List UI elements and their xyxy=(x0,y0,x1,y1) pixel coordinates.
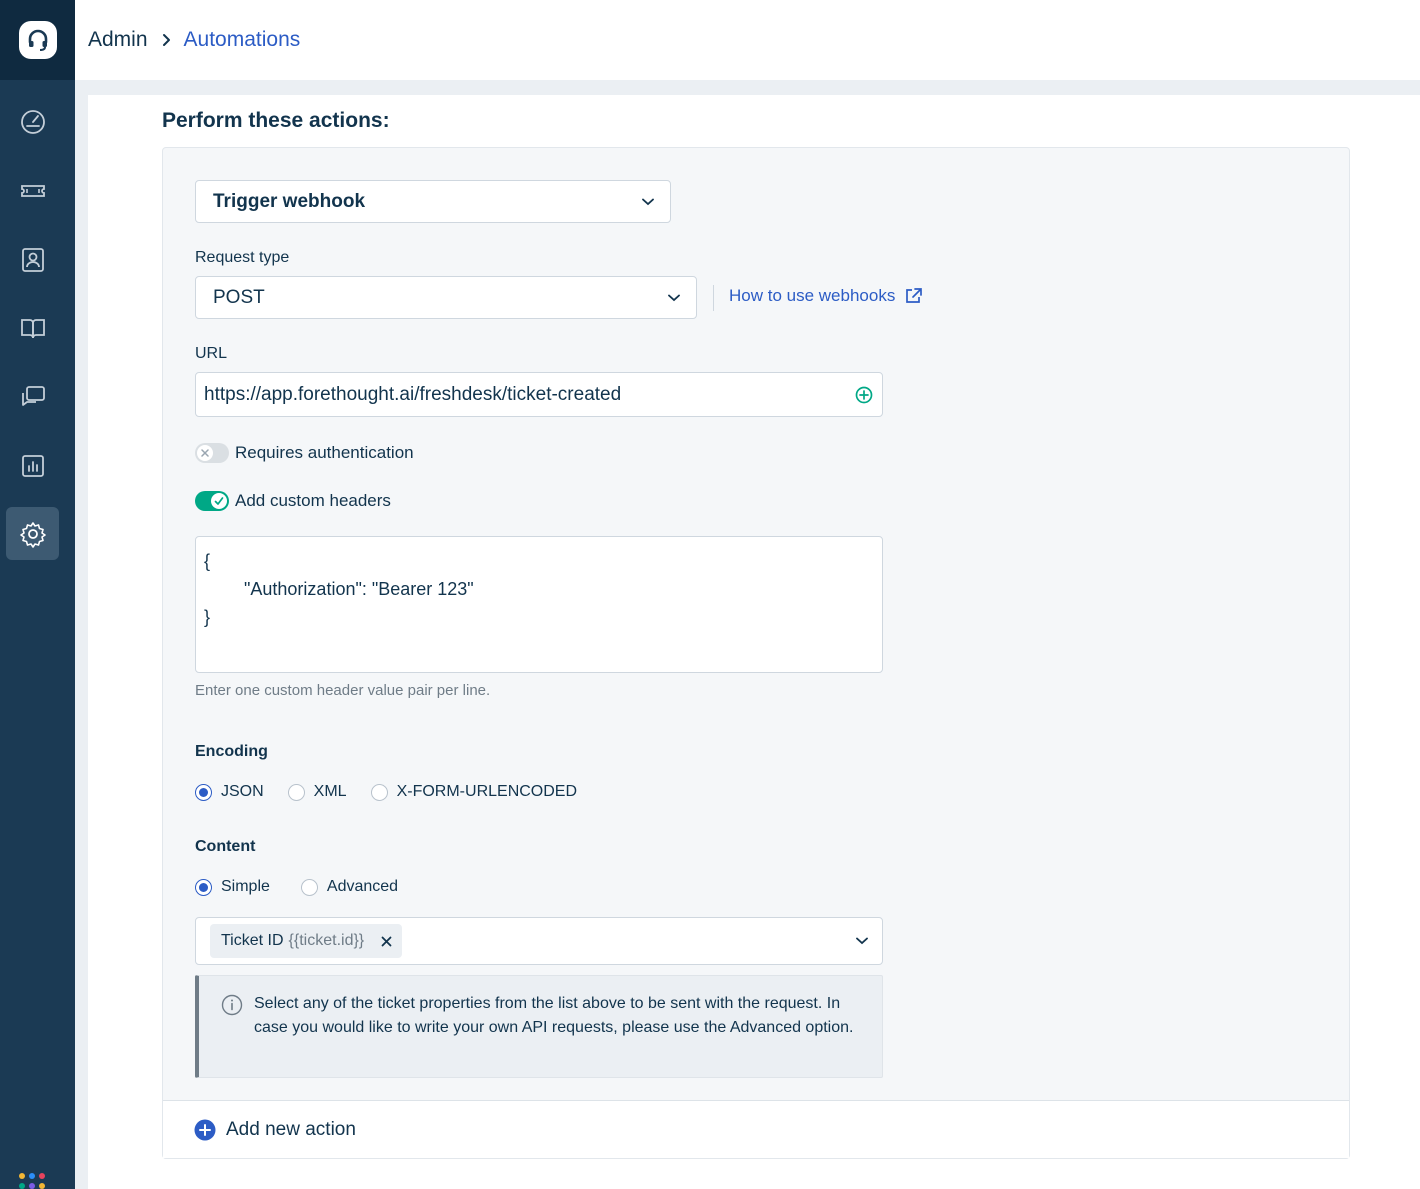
radio-unchecked[interactable] xyxy=(370,783,388,801)
checkmark-icon xyxy=(211,493,227,509)
url-input[interactable]: https://app.forethought.ai/freshdesk/tic… xyxy=(195,372,883,417)
request-type-label: Request type xyxy=(195,249,290,266)
chevron-down-icon xyxy=(642,198,654,205)
encoding-option-label: XML xyxy=(313,783,347,800)
request-type-select[interactable]: POST xyxy=(195,276,697,319)
content-option-label: Advanced xyxy=(326,878,399,895)
encoding-option-label: X-FORM-URLENCODED xyxy=(396,783,578,800)
sidebar-item-solutions[interactable] xyxy=(6,301,59,354)
main-content: Perform these actions: Trigger webhook R… xyxy=(88,95,1420,1189)
action-type-select[interactable]: Trigger webhook xyxy=(195,180,671,223)
action-type-value: Trigger webhook xyxy=(213,190,366,212)
encoding-radio-group: JSON XML X-FORM-URLENCODED xyxy=(195,783,601,801)
breadcrumb-admin[interactable]: Admin xyxy=(88,28,148,52)
chip-label: Ticket ID xyxy=(221,932,284,949)
divider xyxy=(713,285,714,311)
radio-unchecked[interactable] xyxy=(287,783,305,801)
headers-toggle[interactable] xyxy=(195,491,229,511)
webhooks-help-link[interactable]: How to use webhooks xyxy=(729,286,923,306)
content-option-advanced[interactable]: Advanced xyxy=(300,878,399,896)
sidebar-item-forums[interactable] xyxy=(6,370,59,423)
sidebar-item-dashboard[interactable] xyxy=(6,95,59,148)
reports-icon xyxy=(21,454,44,477)
sidebar-item-tickets[interactable] xyxy=(6,164,59,217)
dashboard-icon xyxy=(20,109,45,134)
encoding-option-json[interactable]: JSON xyxy=(195,783,264,801)
admin-gear-icon xyxy=(19,521,46,548)
card-footer: Add new action xyxy=(163,1100,1349,1158)
add-new-action-button[interactable]: Add new action xyxy=(226,1119,356,1141)
custom-headers-textarea[interactable]: { "Authorization": "Bearer 123" } xyxy=(195,536,883,673)
external-link-icon xyxy=(906,288,923,303)
ticket-property-chip: Ticket ID {{ticket.id}} xyxy=(210,924,403,958)
url-label: URL xyxy=(195,345,228,362)
auth-toggle[interactable] xyxy=(195,443,229,463)
encoding-option-form[interactable]: X-FORM-URLENCODED xyxy=(370,783,578,801)
content-radio-group: Simple Advanced xyxy=(195,878,422,896)
url-value: https://app.forethought.ai/freshdesk/tic… xyxy=(204,383,622,405)
content-option-simple[interactable]: Simple xyxy=(195,878,270,896)
radio-checked[interactable] xyxy=(195,783,212,801)
chevron-down-icon xyxy=(856,937,868,945)
remove-chip-icon[interactable] xyxy=(381,936,392,947)
logo[interactable] xyxy=(0,0,75,80)
solutions-book-icon xyxy=(20,318,45,338)
chip-placeholder-code: {{ticket.id}} xyxy=(288,932,365,949)
section-title: Perform these actions: xyxy=(162,109,390,132)
action-card: Trigger webhook Request type POST How to… xyxy=(162,147,1350,1159)
sidebar-item-contacts[interactable] xyxy=(6,233,59,286)
forums-chat-icon xyxy=(21,385,45,406)
add-placeholder-icon[interactable] xyxy=(854,385,874,405)
headers-toggle-row: Add custom headers xyxy=(195,491,391,511)
tickets-icon xyxy=(20,184,45,197)
webhooks-help-link-text: How to use webhooks xyxy=(729,286,896,305)
custom-headers-hint: Enter one custom header value pair per l… xyxy=(195,682,491,699)
contacts-icon xyxy=(21,247,44,272)
breadcrumb-automations[interactable]: Automations xyxy=(184,28,301,52)
info-text: Select any of the ticket properties from… xyxy=(254,995,854,1036)
encoding-option-xml[interactable]: XML xyxy=(287,783,347,801)
auth-toggle-label: Requires authentication xyxy=(235,443,414,462)
request-type-value: POST xyxy=(213,286,265,308)
content-label: Content xyxy=(195,838,256,855)
content-option-label: Simple xyxy=(221,878,270,895)
chevron-down-icon xyxy=(668,294,680,301)
info-icon xyxy=(221,994,243,1016)
headset-logo-icon xyxy=(18,21,57,59)
radio-unchecked[interactable] xyxy=(300,878,318,896)
encoding-option-label: JSON xyxy=(221,783,264,800)
encoding-label: Encoding xyxy=(195,743,268,760)
sidebar-item-reports[interactable] xyxy=(6,439,59,492)
ticket-properties-select[interactable]: Ticket ID {{ticket.id}} xyxy=(195,917,883,965)
headers-toggle-label: Add custom headers xyxy=(235,491,391,510)
info-box: Select any of the ticket properties from… xyxy=(195,975,883,1078)
add-circle-icon[interactable] xyxy=(194,1119,216,1141)
auth-toggle-row: Requires authentication xyxy=(195,443,414,463)
apps-grid-icon[interactable] xyxy=(19,1173,47,1189)
toggle-off-icon xyxy=(197,445,213,461)
top-header: Admin Automations xyxy=(75,0,1420,80)
radio-checked[interactable] xyxy=(195,878,212,896)
chevron-right-icon xyxy=(162,33,172,47)
sidebar xyxy=(0,0,75,1189)
sidebar-item-admin[interactable] xyxy=(6,507,59,560)
